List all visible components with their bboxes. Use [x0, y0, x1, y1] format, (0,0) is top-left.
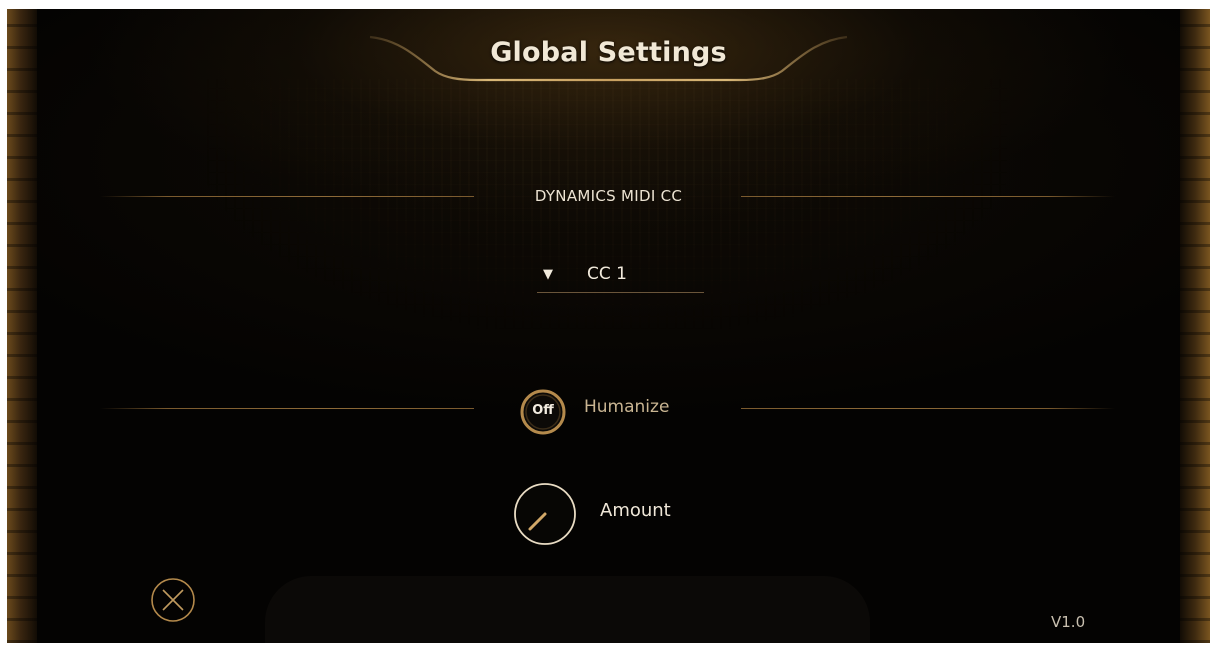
humanize-toggle-state: Off: [532, 403, 554, 418]
midi-cc-value: CC 1: [587, 264, 627, 284]
close-button[interactable]: [149, 576, 197, 624]
amount-label: Amount: [600, 500, 671, 521]
left-curtain-decoration: [7, 9, 37, 643]
dynamics-midi-cc-label: DYNAMICS MIDI CC: [534, 187, 683, 205]
triangle-down-icon: ▼: [543, 267, 553, 282]
right-curtain-decoration: [1180, 9, 1210, 643]
knob-dial: [514, 483, 576, 545]
humanize-toggle-button[interactable]: Off: [519, 388, 567, 436]
amount-knob[interactable]: [512, 481, 578, 547]
humanize-divider-left: [100, 408, 474, 409]
bottom-panel: [265, 576, 870, 643]
global-settings-window: Global Settings DYNAMICS MIDI CC ▼ CC 1 …: [7, 9, 1210, 643]
humanize-label: Humanize: [584, 397, 670, 417]
window-title: Global Settings: [490, 37, 727, 68]
close-x-icon: [151, 578, 195, 622]
version-label: V1.0: [1051, 613, 1086, 631]
midi-cc-dropdown[interactable]: ▼ CC 1: [537, 261, 704, 293]
humanize-divider-right: [741, 408, 1115, 409]
